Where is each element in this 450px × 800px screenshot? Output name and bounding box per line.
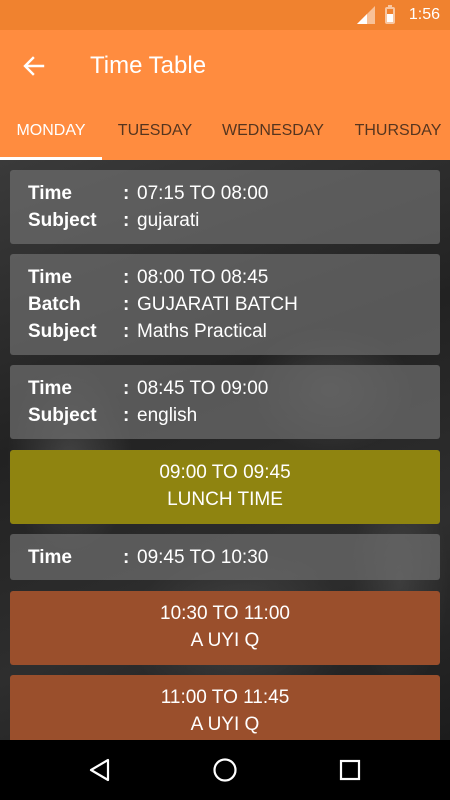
row-value: 08:45 TO 09:00 bbox=[137, 377, 269, 399]
break-entry[interactable]: 10:30 TO 11:00 A UYI Q bbox=[10, 591, 440, 665]
timetable-entry[interactable]: Time : 09:45 TO 10:30 bbox=[10, 534, 440, 580]
recents-square-icon bbox=[339, 759, 361, 781]
entry-row: Time : 09:45 TO 10:30 bbox=[28, 544, 268, 571]
entry-row: Time : 08:45 TO 09:00 bbox=[28, 375, 268, 402]
home-circle-icon bbox=[213, 758, 237, 782]
back-button[interactable] bbox=[20, 52, 48, 80]
row-label: Subject bbox=[28, 209, 97, 231]
day-tab-bar: MONDAY TUESDAY WEDNESDAY THURSDAY bbox=[0, 102, 450, 160]
row-label: Time bbox=[28, 266, 73, 288]
row-label: Batch bbox=[28, 293, 81, 315]
timetable-entry[interactable]: Time : 07:15 TO 08:00 Subject : gujarati bbox=[10, 170, 440, 244]
nav-back-button[interactable] bbox=[80, 750, 120, 790]
timetable-list[interactable]: Time : 07:15 TO 08:00 Subject : gujarati… bbox=[0, 160, 450, 740]
timetable-entry[interactable]: Time : 08:00 TO 08:45 Batch : GUJARATI B… bbox=[10, 254, 440, 355]
tab-wednesday[interactable]: WEDNESDAY bbox=[210, 102, 336, 160]
arrow-left-icon bbox=[23, 56, 45, 76]
row-separator: : bbox=[123, 404, 130, 426]
row-value: 07:15 TO 08:00 bbox=[137, 182, 269, 204]
status-icons: 1:56 bbox=[356, 0, 440, 30]
row-separator: : bbox=[123, 182, 130, 204]
entry-row: Time : 08:00 TO 08:45 bbox=[28, 264, 268, 291]
status-bar: 1:56 bbox=[0, 0, 450, 30]
entry-title: LUNCH TIME bbox=[167, 489, 283, 510]
page-title: Time Table bbox=[90, 52, 207, 79]
entry-row: Subject : english bbox=[28, 402, 197, 429]
back-triangle-icon bbox=[89, 758, 110, 782]
row-value: 08:00 TO 08:45 bbox=[137, 266, 269, 288]
row-separator: : bbox=[123, 377, 130, 399]
entry-title: A UYI Q bbox=[190, 630, 260, 651]
entry-row: Batch : GUJARATI BATCH bbox=[28, 291, 298, 318]
entry-row: Subject : Maths Practical bbox=[28, 318, 267, 345]
status-time: 1:56 bbox=[408, 6, 440, 23]
break-entry[interactable]: 11:00 TO 11:45 A UYI Q bbox=[10, 675, 440, 740]
entry-row: Subject : gujarati bbox=[28, 207, 199, 234]
timetable-entry[interactable]: Time : 08:45 TO 09:00 Subject : english bbox=[10, 365, 440, 439]
row-separator: : bbox=[123, 320, 130, 342]
system-navigation-bar bbox=[0, 740, 450, 800]
row-label: Time bbox=[28, 546, 73, 568]
row-separator: : bbox=[123, 209, 130, 231]
row-label: Subject bbox=[28, 320, 97, 342]
tab-thursday[interactable]: THURSDAY bbox=[342, 102, 450, 160]
row-label: Time bbox=[28, 377, 73, 399]
app-bar: Time Table bbox=[0, 30, 450, 102]
nav-recents-button[interactable] bbox=[330, 750, 370, 790]
row-label: Subject bbox=[28, 404, 97, 426]
entry-time: 10:30 TO 11:00 bbox=[160, 603, 290, 624]
row-value: GUJARATI BATCH bbox=[137, 293, 298, 315]
tab-monday[interactable]: MONDAY bbox=[0, 102, 102, 160]
signal-icon bbox=[356, 6, 375, 24]
row-value: gujarati bbox=[137, 209, 200, 231]
row-separator: : bbox=[123, 546, 130, 568]
row-separator: : bbox=[123, 266, 130, 288]
row-label: Time bbox=[28, 182, 73, 204]
entry-time: 09:00 TO 09:45 bbox=[159, 462, 291, 483]
row-separator: : bbox=[123, 293, 130, 315]
entry-row: Time : 07:15 TO 08:00 bbox=[28, 180, 268, 207]
battery-icon bbox=[384, 4, 395, 24]
nav-home-button[interactable] bbox=[205, 750, 245, 790]
row-value: Maths Practical bbox=[137, 320, 267, 342]
row-value: 09:45 TO 10:30 bbox=[137, 546, 269, 568]
entry-title: A UYI Q bbox=[190, 714, 260, 735]
lunch-break-entry[interactable]: 09:00 TO 09:45 LUNCH TIME bbox=[10, 450, 440, 524]
entry-time: 11:00 TO 11:45 bbox=[160, 687, 290, 708]
row-value: english bbox=[137, 404, 198, 426]
tab-tuesday[interactable]: TUESDAY bbox=[104, 102, 206, 160]
